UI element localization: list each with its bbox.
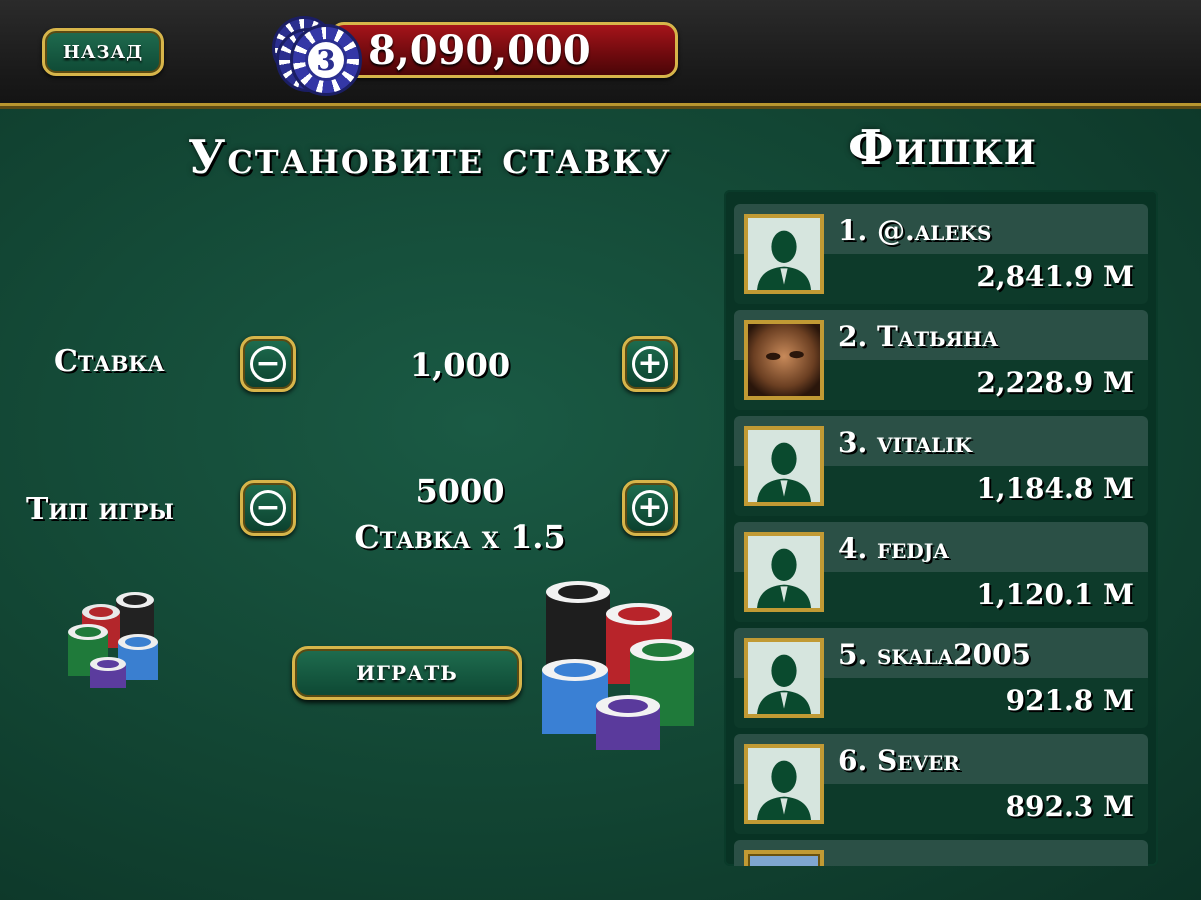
small-chip-pile-icon: [68, 592, 158, 688]
leaderboard-title: Фишки: [848, 120, 1037, 176]
avatar-silhouette-icon: [744, 744, 824, 824]
leaderboard-row[interactable]: 6. Sever 892.3 M: [734, 734, 1148, 834]
bet-title: Установите ставку: [188, 130, 672, 184]
game-type-increase-button[interactable]: +: [622, 480, 678, 536]
back-button[interactable]: НАЗАД: [42, 28, 164, 76]
player-score: 2,841.9 M: [976, 260, 1134, 293]
minus-icon: −: [250, 490, 286, 526]
play-button[interactable]: ИГРАТЬ: [292, 646, 522, 700]
leaderboard-row[interactable]: 5. skala2005 921.8 M: [734, 628, 1148, 728]
level-chip-icon: 3: [272, 14, 364, 96]
game-type-decrease-button[interactable]: −: [240, 480, 296, 536]
top-bar: НАЗАД 3 8,090,000: [0, 0, 1201, 106]
player-name: vitalik: [876, 426, 972, 459]
balance-amount: 8,090,000: [368, 26, 591, 74]
level-number: 3: [305, 39, 347, 81]
player-score: 1,120.1 M: [976, 578, 1134, 611]
player-score: 921.8 M: [1005, 684, 1134, 717]
leaderboard-list[interactable]: 1. @.aleks 2,841.9 M 2. Татьяна 2,228.9 …: [724, 190, 1158, 866]
bet-label: Ставка: [54, 344, 165, 379]
bet-increase-button[interactable]: +: [622, 336, 678, 392]
leaderboard-row[interactable]: 4. fedja 1,120.1 M: [734, 522, 1148, 622]
avatar-photo-icon: [744, 850, 824, 866]
bet-decrease-button[interactable]: −: [240, 336, 296, 392]
player-name: Татьяна: [876, 320, 999, 353]
rank: 6.: [838, 744, 868, 777]
bet-value: 1,000: [409, 346, 511, 384]
rank: 3.: [838, 426, 868, 459]
player-name: fedja: [876, 532, 949, 565]
game-type-value: 5000: [415, 472, 505, 510]
rank: 1.: [838, 214, 868, 247]
player-score: 1,184.8 M: [976, 472, 1134, 505]
leaderboard-row[interactable]: 2. Татьяна 2,228.9 M: [734, 310, 1148, 410]
game-type-multiplier: Ставка x 1.5: [354, 518, 566, 556]
avatar-silhouette-icon: [744, 532, 824, 612]
minus-icon: −: [250, 346, 286, 382]
player-score: 892.3 M: [1005, 790, 1134, 823]
rank: 2.: [838, 320, 868, 353]
avatar-silhouette-icon: [744, 426, 824, 506]
large-chip-pile-icon: [542, 581, 694, 750]
leaderboard-row[interactable]: 3. vitalik 1,184.8 M: [734, 416, 1148, 516]
player-score: 2,228.9 M: [976, 366, 1134, 399]
plus-icon: +: [632, 346, 668, 382]
rank: 5.: [838, 638, 868, 671]
avatar-photo-icon: [744, 320, 824, 400]
avatar-silhouette-icon: [744, 214, 824, 294]
player-name: skala2005: [876, 638, 1032, 671]
plus-icon: +: [632, 490, 668, 526]
leaderboard-row-partial[interactable]: [734, 840, 1148, 866]
player-name: Sever: [876, 744, 960, 777]
avatar-silhouette-icon: [744, 638, 824, 718]
leaderboard-row[interactable]: 1. @.aleks 2,841.9 M: [734, 204, 1148, 304]
game-type-label: Тип игры: [26, 492, 174, 527]
rank: 4.: [838, 532, 868, 565]
player-name: @.aleks: [876, 214, 992, 247]
